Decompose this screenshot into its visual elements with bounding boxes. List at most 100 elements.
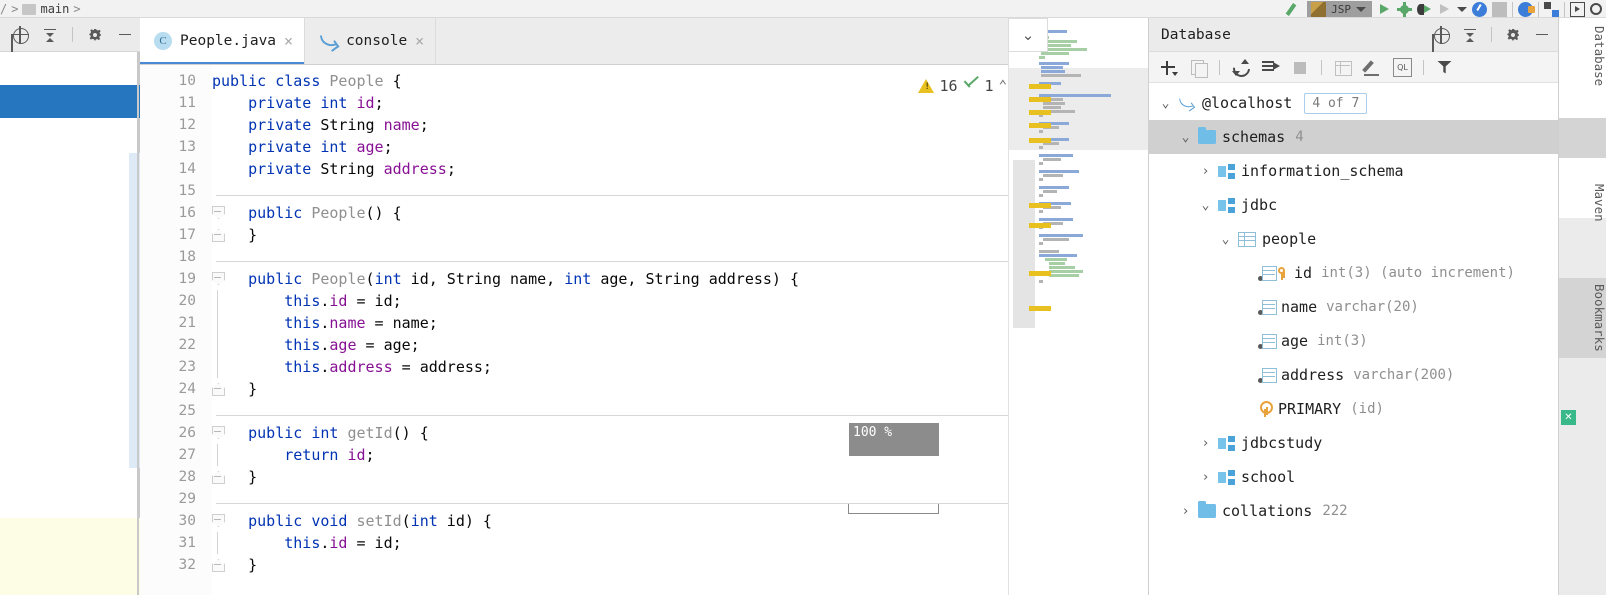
profile-icon[interactable] xyxy=(1437,2,1452,17)
left-header-divider xyxy=(72,27,73,42)
rail-tab-maven[interactable]: Maven xyxy=(1559,178,1606,228)
code-fold-icon[interactable] xyxy=(209,422,225,444)
warning-count: 16 xyxy=(939,77,957,95)
code-fold-icon[interactable] xyxy=(209,510,225,532)
code-fold-icon[interactable] xyxy=(209,224,225,246)
db-tree-item-primary[interactable]: ›PRIMARY(id) xyxy=(1149,392,1558,426)
column-icon xyxy=(1258,334,1275,349)
db-tree-item-address[interactable]: ›addressvarchar(200) xyxy=(1149,358,1558,392)
left-panel-header xyxy=(0,18,140,52)
minimap-warning-marker[interactable] xyxy=(1029,138,1051,143)
chevron-right-icon[interactable]: › xyxy=(1199,436,1212,451)
chevron-right-icon[interactable]: › xyxy=(1199,164,1212,179)
db-tree-item-people[interactable]: ⌄people xyxy=(1149,222,1558,256)
collapse-all-icon[interactable] xyxy=(1462,27,1478,43)
rail-tab-bookmarks[interactable]: Bookmarks xyxy=(1559,278,1606,358)
plugin-icon[interactable] xyxy=(1518,2,1533,17)
stop-icon[interactable] xyxy=(1492,2,1507,17)
db-tree-item-id[interactable]: ›idint(3) (auto increment) xyxy=(1149,256,1558,290)
db-tree-item-name[interactable]: ›namevarchar(20) xyxy=(1149,290,1558,324)
chevron-down-icon[interactable]: ⌄ xyxy=(1179,130,1192,145)
top-toolbar-strip: / > main > JSP xyxy=(0,0,1606,18)
locate-icon[interactable] xyxy=(1433,27,1449,43)
db-tree-item-jdbc[interactable]: ⌄jdbc xyxy=(1149,188,1558,222)
stop-icon[interactable] xyxy=(1291,58,1310,77)
minimap-warning-marker[interactable] xyxy=(1029,110,1051,115)
minimap-code-line xyxy=(1049,270,1083,273)
close-icon[interactable]: × xyxy=(284,34,293,49)
folder-icon xyxy=(22,4,36,15)
code-fold-icon[interactable] xyxy=(209,466,225,488)
duplicate-icon[interactable] xyxy=(1189,58,1208,77)
minimap-warning-marker[interactable] xyxy=(1029,97,1051,102)
run-icon[interactable] xyxy=(1377,2,1392,17)
checked-count: 1 xyxy=(985,77,994,95)
chevron-down-icon[interactable]: ⌄ xyxy=(1219,232,1232,247)
debug-icon[interactable] xyxy=(1397,2,1412,17)
minimap-chevron-down-icon[interactable]: ⌄ xyxy=(1008,18,1048,52)
code-fold-icon[interactable] xyxy=(209,202,225,224)
services-icon[interactable] xyxy=(1544,2,1559,17)
run-configuration-selector[interactable]: JSP xyxy=(1307,1,1372,18)
hide-icon[interactable] xyxy=(117,27,133,43)
schema-filter-badge[interactable]: 4 of 7 xyxy=(1304,93,1367,114)
minimap-warning-marker[interactable] xyxy=(1029,123,1051,128)
member-separator xyxy=(216,503,1076,504)
tab-console[interactable]: console × xyxy=(304,18,436,64)
settings-icon[interactable] xyxy=(87,27,103,43)
database-tree[interactable]: ⌄@localhost4 of 7⌄schemas4›information_s… xyxy=(1149,83,1558,528)
chevron-down-icon[interactable]: ⌄ xyxy=(1159,96,1172,111)
tab-people-java[interactable]: C People.java × xyxy=(140,18,304,64)
chevron-right-icon[interactable]: › xyxy=(1179,504,1192,519)
sync-icon[interactable] xyxy=(1261,58,1280,77)
code-editor[interactable]: 1011121314151617181920212223242526272829… xyxy=(140,65,1148,595)
minimap-scrollbar[interactable] xyxy=(1013,160,1035,328)
minimap-warning-marker[interactable] xyxy=(1029,306,1051,311)
db-tree-item-schemas[interactable]: ⌄schemas4 xyxy=(1149,120,1558,154)
add-icon[interactable] xyxy=(1159,58,1178,77)
terminal-icon[interactable] xyxy=(1570,2,1585,17)
search-everywhere-icon[interactable] xyxy=(1590,3,1602,15)
db-tree-item-informationschema[interactable]: ›information_schema xyxy=(1149,154,1558,188)
db-tree-item-jdbcstudy[interactable]: ›jdbcstudy xyxy=(1149,426,1558,460)
breadcrumb[interactable]: / > main > xyxy=(0,0,81,18)
code-fold-icon[interactable] xyxy=(209,554,225,576)
bookmark-icon[interactable]: ✕ xyxy=(1561,410,1576,425)
warning-icon xyxy=(918,79,934,93)
refresh-icon[interactable] xyxy=(1231,58,1250,77)
attach-icon[interactable] xyxy=(1472,2,1487,17)
chevron-down-icon[interactable]: ⌄ xyxy=(1199,198,1212,213)
query-console-icon[interactable]: QL xyxy=(1393,58,1412,77)
dropdown-icon[interactable] xyxy=(1457,7,1467,12)
db-toolbar-divider-2 xyxy=(1321,60,1322,75)
chevron-right-icon[interactable]: › xyxy=(1199,470,1212,485)
minimap-warning-marker[interactable] xyxy=(1029,203,1051,208)
collapse-all-icon[interactable] xyxy=(42,27,58,43)
code-minimap[interactable] xyxy=(1008,18,1148,595)
chevron-down-icon[interactable] xyxy=(1356,7,1366,12)
table-editor-icon[interactable] xyxy=(1333,58,1352,77)
locate-icon[interactable] xyxy=(12,27,28,43)
pen-green-icon[interactable] xyxy=(1287,2,1302,17)
line-number: 17 xyxy=(140,224,196,246)
hide-icon[interactable] xyxy=(1534,27,1550,43)
inspection-widget[interactable]: 16 1 ⌃ xyxy=(914,75,1011,97)
code-fold-icon[interactable] xyxy=(209,378,225,400)
minimap-warning-marker[interactable] xyxy=(1029,223,1051,228)
run-with-coverage-icon[interactable] xyxy=(1417,2,1432,17)
rail-tab-database[interactable]: Database xyxy=(1559,20,1606,92)
minimap-warning-marker[interactable] xyxy=(1029,271,1051,276)
db-tree-item-label: school xyxy=(1241,468,1295,486)
modify-icon[interactable] xyxy=(1363,58,1382,77)
close-icon[interactable]: × xyxy=(415,34,424,49)
settings-icon[interactable] xyxy=(1505,27,1521,43)
code-fold-icon[interactable] xyxy=(209,268,225,290)
minimap-warning-marker[interactable] xyxy=(1029,84,1051,89)
db-tree-item-age[interactable]: ›ageint(3) xyxy=(1149,324,1558,358)
selected-tree-row[interactable] xyxy=(0,85,140,118)
db-tree-item-collations[interactable]: ›collations222 xyxy=(1149,494,1558,528)
db-tree-item-localhost[interactable]: ⌄@localhost4 of 7 xyxy=(1149,86,1558,120)
chevron-up-icon[interactable]: ⌃ xyxy=(999,78,1007,94)
db-tree-item-school[interactable]: › school xyxy=(1149,460,1558,494)
filter-icon[interactable] xyxy=(1435,58,1454,77)
